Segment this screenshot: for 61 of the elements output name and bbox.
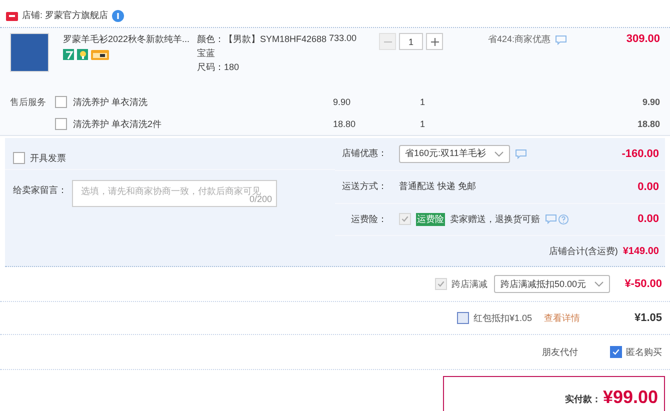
unit-price: 733.00 — [329, 33, 358, 43]
checkbox[interactable] — [13, 152, 25, 164]
caret-icon — [494, 150, 504, 157]
insurance-text: 卖家赠送，退换货可赔 — [450, 212, 540, 226]
field-label: 运费险： — [350, 212, 387, 226]
comment-icon[interactable] — [545, 214, 557, 224]
character-counter: 0/200 — [249, 194, 272, 204]
invoice-label[interactable]: 开具发票 — [30, 152, 66, 164]
product-spec: 颜色：【男款】SYM18HF42688 — [197, 33, 327, 45]
shipping-method: 普通配送 快递 免邮 — [399, 180, 476, 194]
amount: 0.00 — [638, 180, 659, 193]
service-subtotal: 18.80 — [637, 119, 660, 129]
product-photo-placeholder — [10, 33, 49, 72]
anonymous-label[interactable]: 匿名购买 — [626, 346, 662, 358]
subtotal: 309.00 — [626, 33, 660, 45]
product-spec: 宝蓝 — [197, 47, 216, 59]
service-quantity: 1 — [420, 97, 426, 107]
amount: -160.00 — [622, 148, 659, 160]
store-logo-icon — [6, 10, 18, 20]
checkbox[interactable] — [55, 118, 67, 130]
checkbox[interactable] — [55, 96, 67, 108]
card-icon — [91, 49, 109, 60]
coupon-deduction-label[interactable]: 红包抵扣¥1.05 — [473, 312, 532, 324]
shop-total: ¥149.00 — [622, 246, 659, 257]
service-label: 售后服务 — [9, 96, 47, 108]
field-label: 运送方式： — [341, 180, 387, 194]
discount-amount: ¥-50.00 — [624, 278, 662, 290]
badge-icon — [77, 49, 88, 60]
product-spec: 尺码：180 — [197, 61, 240, 73]
friend-pay-label[interactable]: 朋友代付 — [542, 346, 578, 358]
checkbox[interactable] — [457, 312, 470, 324]
service-quantity: 1 — [420, 119, 426, 129]
quantity-field[interactable]: 1 — [399, 33, 423, 50]
discount-label[interactable]: 跨店满减 — [451, 278, 488, 290]
payment-label: 实付款： — [564, 393, 601, 406]
decrease-button[interactable] — [379, 33, 396, 50]
caret-icon — [594, 281, 604, 287]
service-price: 9.90 — [333, 97, 352, 107]
increase-button[interactable] — [426, 33, 443, 50]
store-name[interactable]: 店铺: 罗蒙官方旗舰店 — [22, 9, 108, 22]
insurance-badge: 运费险 — [416, 212, 445, 226]
coupon-dropdown[interactable]: 省160元:双11羊毛衫 — [399, 144, 510, 163]
service-option[interactable]: 清洗养护 单衣清洗 — [73, 96, 333, 108]
service-option[interactable]: 清洗养护 单衣清洗2件 — [73, 118, 333, 130]
payment-amount: ¥99.00 — [602, 387, 658, 408]
info-icon[interactable] — [112, 10, 124, 22]
service-subtotal: 9.90 — [642, 97, 660, 107]
plus-icon — [430, 36, 440, 46]
comment-icon[interactable] — [514, 148, 527, 159]
help-icon[interactable] — [558, 214, 569, 225]
shop-total-label: 店铺合计(含运费) — [548, 244, 618, 258]
checkbox[interactable] — [610, 346, 622, 358]
message-label: 给卖家留言： — [13, 184, 67, 197]
amount: 0.00 — [638, 213, 659, 226]
comment-icon[interactable] — [554, 34, 567, 44]
service-price: 18.80 — [333, 119, 357, 129]
badge-icon — [63, 49, 74, 60]
coupon-deduction-amount: ¥1.05 — [633, 312, 662, 324]
discount-text: 省424:商家优惠 — [488, 33, 551, 46]
discount-dropdown[interactable]: 跨店满减抵扣50.00元 — [494, 275, 610, 293]
field-label: 店铺优惠： — [341, 147, 387, 160]
